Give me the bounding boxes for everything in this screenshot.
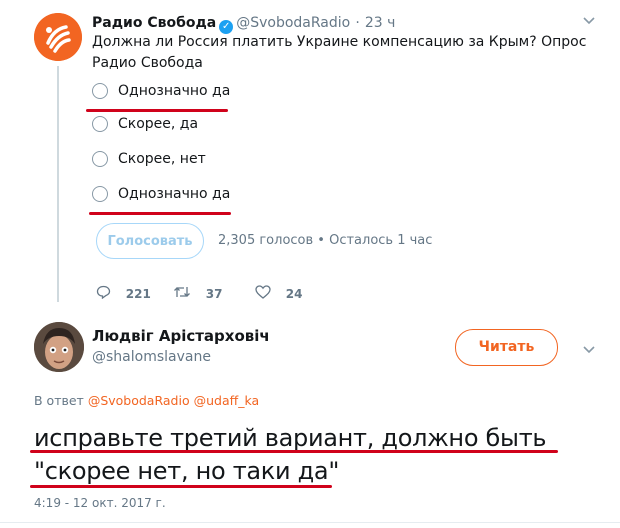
like-action[interactable]: 24 [255, 285, 302, 303]
poll-option-label: Однозначно да [118, 186, 231, 202]
reply-text-line-2: "скорее нет, но таки да" [34, 457, 340, 485]
radio-icon[interactable] [92, 151, 108, 167]
chevron-down-icon[interactable] [583, 343, 595, 357]
reply-author-name[interactable]: Людвіг Арістарховіч [92, 327, 270, 345]
vote-button[interactable]: Голосовать [96, 223, 204, 259]
red-underline [89, 212, 231, 215]
tweet-header: Радио Свобода ✓ @SvobodaRadio · 23 ч [92, 12, 395, 34]
reply-prefix: В ответ [34, 393, 84, 408]
follow-button[interactable]: Читать [455, 329, 558, 366]
poll-option-label: Скорее, да [118, 116, 199, 132]
retweet-action[interactable]: 37 [173, 285, 222, 303]
mention-link[interactable]: @SvobodaRadio [88, 393, 190, 408]
radio-svoboda-logo[interactable] [34, 13, 82, 61]
separator: · [355, 15, 360, 31]
reply-icon [96, 285, 116, 303]
reply-timestamp[interactable]: 4:19 - 12 окт. 2017 г. [34, 496, 166, 510]
retweet-icon [173, 285, 196, 303]
chevron-down-icon[interactable] [583, 14, 595, 28]
divider [0, 522, 620, 523]
poll-meta: 2,305 голосов • Осталось 1 час [218, 233, 433, 248]
reply-count: 221 [125, 287, 151, 301]
thread-line [57, 66, 59, 302]
reply-action[interactable]: 221 [96, 285, 151, 303]
retweet-count: 37 [205, 287, 223, 301]
reply-context: В ответ @SvobodaRadio @udaff_ka [34, 393, 259, 408]
tweet-time[interactable]: 23 ч [365, 15, 396, 31]
heart-icon [255, 285, 276, 303]
poll-option-label: Скорее, нет [118, 151, 206, 167]
poll-option-2[interactable]: Скорее, да [92, 116, 198, 140]
radio-icon[interactable] [92, 83, 108, 99]
radio-icon[interactable] [92, 116, 108, 132]
poll-option-label: Однозначно да [118, 83, 231, 99]
red-underline [86, 109, 228, 112]
reply-author-handle[interactable]: @shalomslavane [92, 349, 211, 365]
user-avatar[interactable] [34, 322, 84, 372]
tweet-text: Должна ли Россия платить Украине компенс… [92, 34, 587, 71]
author-name[interactable]: Радио Свобода [92, 15, 216, 31]
poll-option-4[interactable]: Однозначно да [92, 186, 230, 210]
radio-icon[interactable] [92, 186, 108, 202]
red-underline [30, 450, 558, 453]
poll-option-1[interactable]: Однозначно да [92, 83, 230, 107]
red-underline [30, 485, 332, 488]
author-handle[interactable]: @SvobodaRadio [236, 15, 350, 31]
reply-text-line-1: исправьте третий вариант, должно быть [34, 424, 547, 452]
like-count: 24 [285, 287, 303, 301]
mention-link[interactable]: @udaff_ka [194, 393, 260, 408]
poll-option-3[interactable]: Скорее, нет [92, 151, 206, 175]
